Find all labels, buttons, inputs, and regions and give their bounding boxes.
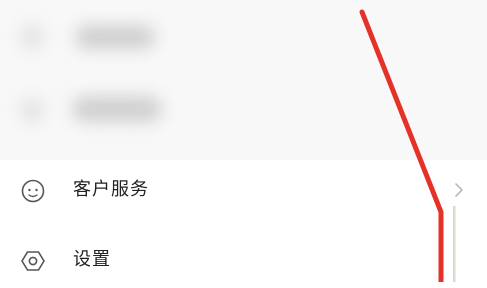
menu-item-customer-service[interactable]: 客户服务 — [0, 162, 487, 218]
chevron-right-icon — [455, 183, 463, 197]
blurred-content — [0, 0, 487, 160]
panel-edge — [453, 206, 456, 282]
menu-item-label: 设置 — [73, 249, 111, 270]
blurred-row — [0, 5, 487, 65]
menu-item-label: 客户服务 — [73, 179, 149, 200]
customer-service-icon — [21, 179, 45, 203]
settings-icon — [21, 251, 45, 271]
menu-item-settings[interactable]: 设置 — [0, 232, 487, 288]
blurred-row — [0, 80, 487, 140]
